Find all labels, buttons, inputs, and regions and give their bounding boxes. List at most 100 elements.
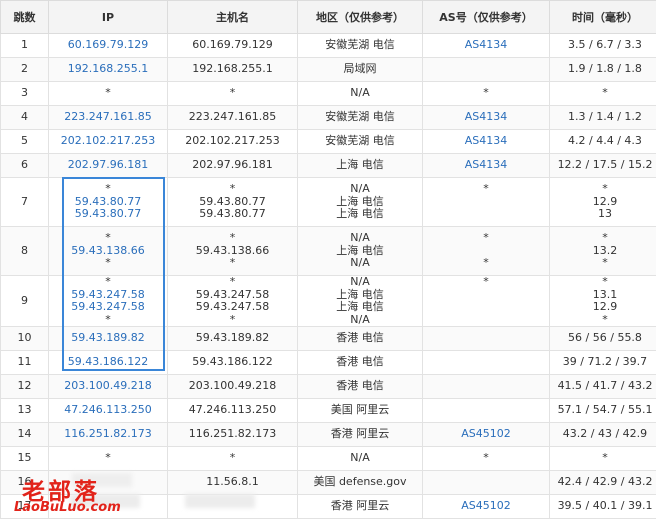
cell-as <box>423 471 550 495</box>
as-link[interactable]: AS4134 <box>423 159 549 172</box>
cell-time: *12.913 <box>550 178 656 227</box>
loc-text: 美国 defense.gov <box>298 476 422 489</box>
cell-host: * <box>168 82 298 106</box>
ip-text: * <box>49 183 167 196</box>
host-text: 59.43.247.58 <box>168 301 297 314</box>
loc-text: N/A <box>298 87 422 100</box>
as-link[interactable]: AS4134 <box>423 39 549 52</box>
ip-link[interactable]: 60.169.79.129 <box>49 39 167 52</box>
loc-text: 上海 电信 <box>298 208 422 221</box>
cell-as: AS4134 <box>423 34 550 58</box>
cell-host: *59.43.80.7759.43.80.77 <box>168 178 298 227</box>
cell-time: *13.2* <box>550 227 656 276</box>
as-text: * <box>423 183 549 196</box>
cell-hop: 9 <box>1 276 49 327</box>
time-text: * <box>550 232 656 245</box>
ip-link[interactable]: 192.168.255.1 <box>49 63 167 76</box>
as-link[interactable]: AS45102 <box>423 500 549 513</box>
time-text: 57.1 / 54.7 / 55.1 <box>550 404 656 417</box>
cell-time: 41.5 / 41.7 / 43.2 <box>550 375 656 399</box>
cell-host: *59.43.247.5859.43.247.58* <box>168 276 298 327</box>
host-text: 202.102.217.253 <box>168 135 297 148</box>
table-row: 5202.102.217.253202.102.217.253安徽芜湖 电信AS… <box>1 130 656 154</box>
cell-hop: 15 <box>1 447 49 471</box>
table-row: 3**N/A** <box>1 82 656 106</box>
cell-loc: N/A上海 电信上海 电信N/A <box>298 276 423 327</box>
cell-hop: 6 <box>1 154 49 178</box>
cell-host: * <box>168 447 298 471</box>
cell-host: 192.168.255.1 <box>168 58 298 82</box>
header-host: 主机名 <box>168 1 298 34</box>
ip-text: * <box>49 452 167 465</box>
as-link[interactable]: AS45102 <box>423 428 549 441</box>
host-text: 202.97.96.181 <box>168 159 297 172</box>
cell-as <box>423 399 550 423</box>
host-text: 223.247.161.85 <box>168 111 297 124</box>
cell-hop: 12 <box>1 375 49 399</box>
header-ip: IP <box>49 1 168 34</box>
ip-link[interactable]: 202.102.217.253 <box>49 135 167 148</box>
ip-link[interactable]: 203.100.49.218 <box>49 380 167 393</box>
host-text: * <box>168 276 297 289</box>
loc-text: N/A <box>298 257 422 270</box>
cell-time: 4.2 / 4.4 / 4.3 <box>550 130 656 154</box>
cell-loc: N/A上海 电信上海 电信 <box>298 178 423 227</box>
ip-link[interactable]: 202.97.96.181 <box>49 159 167 172</box>
as-link[interactable]: AS4134 <box>423 111 549 124</box>
cell-ip: 203.100.49.218 <box>49 375 168 399</box>
host-text: 60.169.79.129 <box>168 39 297 52</box>
cell-loc: N/A <box>298 82 423 106</box>
cell-as <box>423 351 550 375</box>
ip-text: * <box>49 232 167 245</box>
cell-as: AS45102 <box>423 495 550 519</box>
cell-as: AS4134 <box>423 130 550 154</box>
ip-text: * <box>49 87 167 100</box>
ip-link[interactable]: 59.43.247.58 <box>49 301 167 314</box>
cell-hop: 14 <box>1 423 49 447</box>
time-text: * <box>550 314 656 327</box>
ip-link[interactable]: 59.43.189.82 <box>49 332 167 345</box>
cell-as: * * <box>423 227 550 276</box>
ip-text: * <box>49 314 167 327</box>
cell-loc: 美国 阿里云 <box>298 399 423 423</box>
as-text: * <box>423 452 549 465</box>
cell-hop: 11 <box>1 351 49 375</box>
loc-text: 香港 电信 <box>298 380 422 393</box>
as-link[interactable]: AS4134 <box>423 135 549 148</box>
cell-host: 60.169.79.129 <box>168 34 298 58</box>
header-hop: 跳数 <box>1 1 49 34</box>
time-text: 12.2 / 17.5 / 15.2 <box>550 159 656 172</box>
ip-link[interactable]: 59.43.186.122 <box>49 356 167 369</box>
cell-time: 39.5 / 40.1 / 39.1 <box>550 495 656 519</box>
loc-text: N/A <box>298 452 422 465</box>
table-row: 2192.168.255.1192.168.255.1局域网 1.9 / 1.8… <box>1 58 656 82</box>
host-text: 59.43.186.122 <box>168 356 297 369</box>
cell-hop: 10 <box>1 327 49 351</box>
ip-link[interactable]: 59.43.80.77 <box>49 208 167 221</box>
cell-ip: * <box>49 447 168 471</box>
cell-hop: 8 <box>1 227 49 276</box>
ip-link[interactable]: 223.247.161.85 <box>49 111 167 124</box>
as-text <box>423 63 549 76</box>
cell-loc: N/A上海 电信N/A <box>298 227 423 276</box>
time-text: 41.5 / 41.7 / 43.2 <box>550 380 656 393</box>
ip-link[interactable]: 116.251.82.173 <box>49 428 167 441</box>
cell-ip: 116.251.82.173 <box>49 423 168 447</box>
cell-as: AS4134 <box>423 106 550 130</box>
watermark-logo: 老部落 LaoBuLuo.com <box>2 472 162 518</box>
time-text: 39.5 / 40.1 / 39.1 <box>550 500 656 513</box>
loc-text: 安徽芜湖 电信 <box>298 111 422 124</box>
time-text: 13 <box>550 208 656 221</box>
cell-hop: 7 <box>1 178 49 227</box>
table-body: 160.169.79.12960.169.79.129安徽芜湖 电信AS4134… <box>1 34 656 519</box>
cell-ip: 223.247.161.85 <box>49 106 168 130</box>
ip-text: * <box>49 276 167 289</box>
blurred-region <box>185 494 255 508</box>
host-text: * <box>168 452 297 465</box>
cell-loc: 安徽芜湖 电信 <box>298 34 423 58</box>
loc-text: 安徽芜湖 电信 <box>298 135 422 148</box>
time-text: * <box>550 276 656 289</box>
cell-loc: 安徽芜湖 电信 <box>298 130 423 154</box>
as-text <box>423 332 549 345</box>
ip-link[interactable]: 47.246.113.250 <box>49 404 167 417</box>
